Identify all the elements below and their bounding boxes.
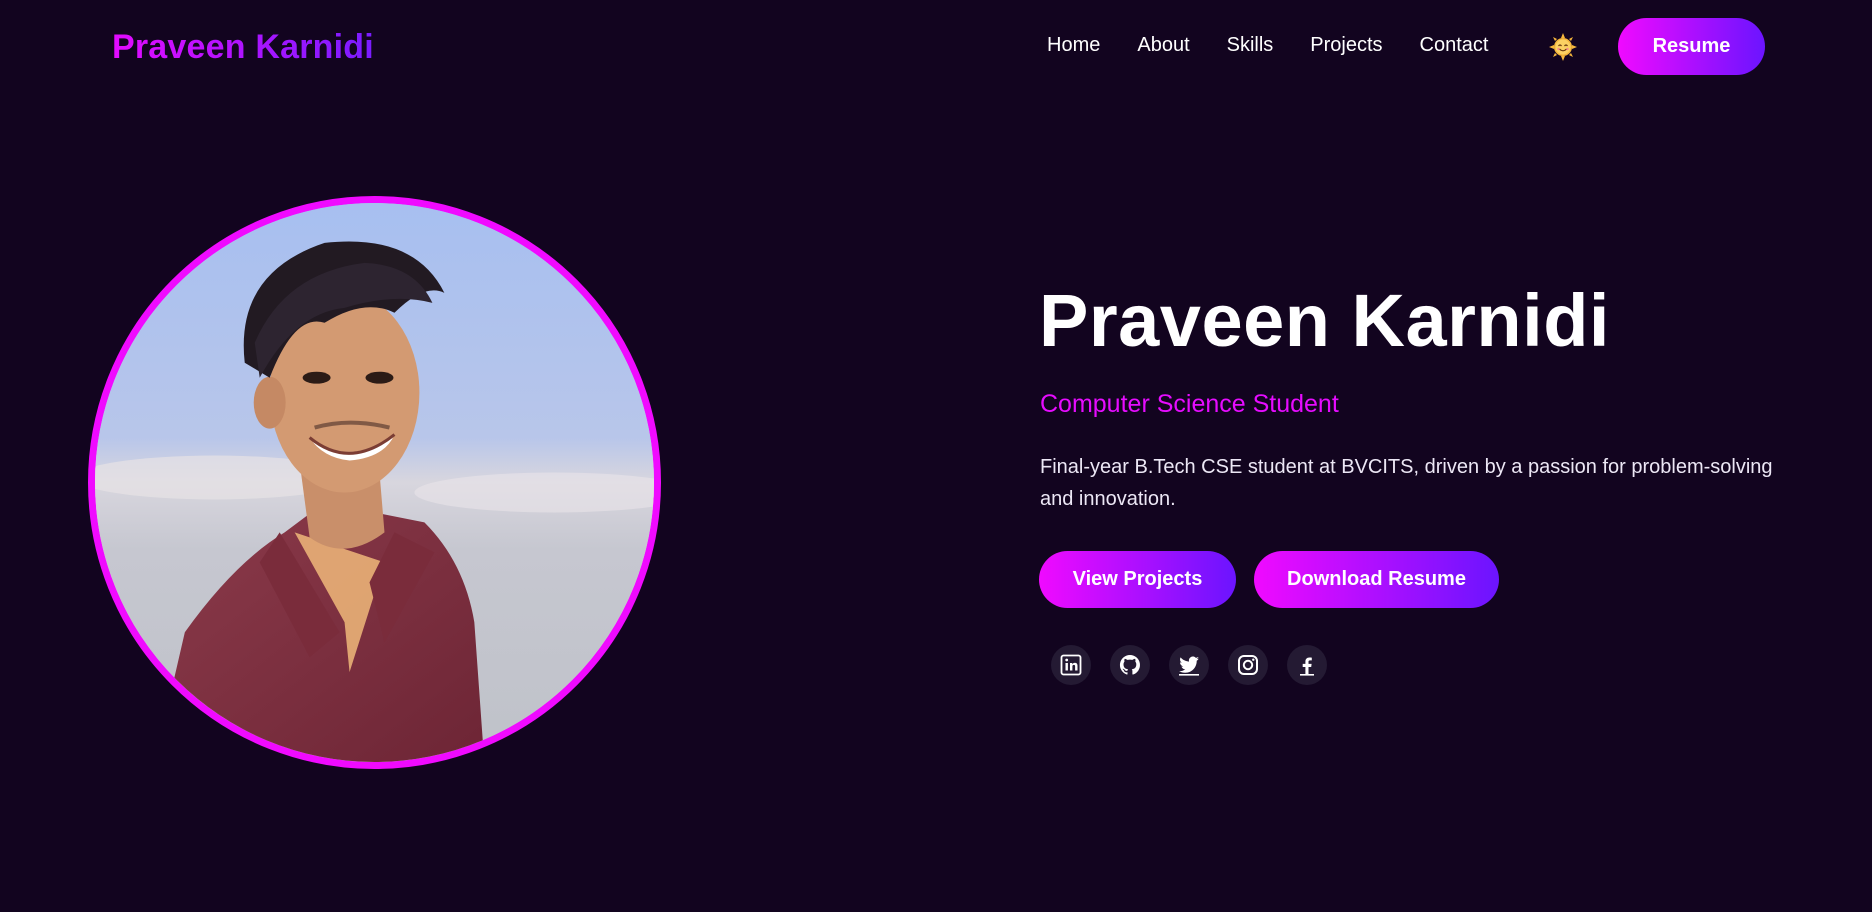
sun-face-icon bbox=[1549, 33, 1577, 61]
nav-contact[interactable]: Contact bbox=[1420, 34, 1489, 57]
download-resume-button[interactable]: Download Resume bbox=[1254, 551, 1499, 608]
hero-description: Final-year B.Tech CSE student at BVCITS,… bbox=[1040, 456, 1773, 510]
social-links bbox=[1051, 645, 1327, 685]
view-projects-button[interactable]: View Projects bbox=[1039, 551, 1236, 608]
nav-home[interactable]: Home bbox=[1047, 34, 1100, 57]
profile-photo bbox=[88, 196, 661, 769]
twitter-link[interactable] bbox=[1169, 645, 1209, 685]
site-logo[interactable]: Praveen Karnidi bbox=[112, 28, 374, 67]
profile-photo-illustration bbox=[95, 203, 654, 762]
resume-button[interactable]: Resume bbox=[1618, 18, 1765, 75]
hero-name: Praveen Karnidi bbox=[1039, 279, 1610, 362]
facebook-link[interactable] bbox=[1287, 645, 1327, 685]
hero-role: Computer Science Student bbox=[1040, 390, 1339, 418]
twitter-icon bbox=[1179, 656, 1199, 676]
linkedin-icon bbox=[1060, 654, 1082, 676]
nav-projects[interactable]: Projects bbox=[1310, 34, 1382, 57]
theme-toggle-button[interactable] bbox=[1548, 32, 1578, 62]
github-link[interactable] bbox=[1110, 645, 1150, 685]
facebook-icon bbox=[1300, 657, 1314, 676]
instagram-link[interactable] bbox=[1228, 645, 1268, 685]
linkedin-link[interactable] bbox=[1051, 645, 1091, 685]
nav-skills[interactable]: Skills bbox=[1227, 34, 1274, 57]
main-nav: Home About Skills Projects Contact bbox=[1047, 34, 1488, 57]
github-icon bbox=[1119, 654, 1140, 675]
instagram-icon bbox=[1238, 655, 1258, 675]
hero-buttons: View Projects Download Resume bbox=[1039, 551, 1499, 608]
portfolio-page: Praveen Karnidi Home About Skills Projec… bbox=[0, 0, 1872, 912]
nav-about[interactable]: About bbox=[1137, 34, 1189, 57]
